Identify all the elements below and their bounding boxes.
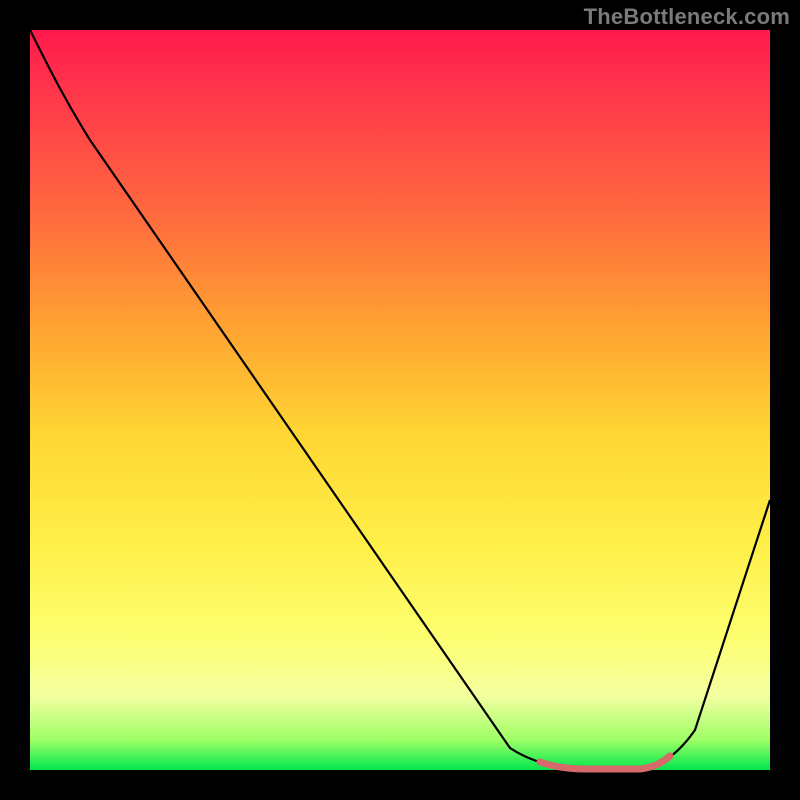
watermark-text: TheBottleneck.com xyxy=(584,4,790,30)
chart-frame: TheBottleneck.com xyxy=(0,0,800,800)
highlight-segment xyxy=(540,756,670,769)
bottleneck-curve xyxy=(30,30,770,769)
plot-area xyxy=(30,30,770,770)
curve-layer xyxy=(30,30,770,770)
